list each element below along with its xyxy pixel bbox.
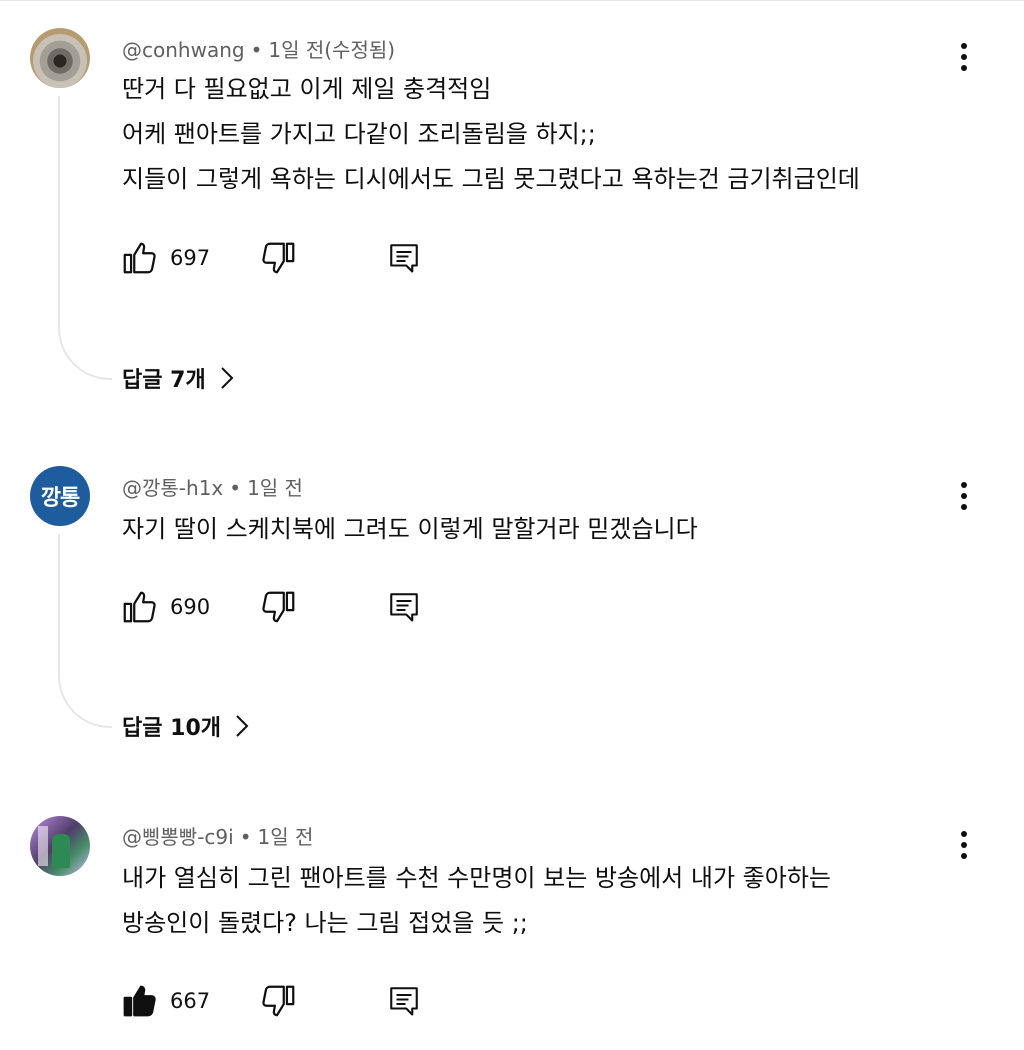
comment-meta: @conhwang • 1일 전(수정됨) <box>122 34 395 63</box>
thumbs-up-filled-icon <box>123 985 156 1017</box>
dislike-button[interactable] <box>260 587 298 627</box>
dislike-button[interactable] <box>260 238 298 278</box>
thread-line <box>58 96 112 380</box>
avatar[interactable] <box>30 28 90 88</box>
like-count: 697 <box>170 246 211 270</box>
comment-meta: @삥뽕빵-c9i • 1일 전 <box>122 821 313 850</box>
comment-text: 딴거 다 필요없고 이게 제일 충격적임 어케 팬아트를 가지고 다같이 조리돌… <box>122 67 860 202</box>
comment-line: 딴거 다 필요없고 이게 제일 충격적임 <box>122 75 492 103</box>
comment-line: 어케 팬아트를 가지고 다같이 조리돌림을 하지;; <box>122 120 596 148</box>
meta-separator: • <box>229 476 242 500</box>
like-count: 690 <box>170 595 211 619</box>
thumbs-up-icon <box>123 591 156 623</box>
avatar[interactable] <box>30 816 90 876</box>
comment-reply-icon <box>390 593 418 622</box>
meta-separator: • <box>239 825 252 849</box>
dislike-button[interactable] <box>260 981 298 1021</box>
comment-time[interactable]: 1일 전 <box>247 476 303 500</box>
replies-label: 답글 7개 <box>122 368 206 393</box>
reply-button[interactable] <box>386 981 422 1021</box>
replies-label: 답글 10개 <box>122 716 221 741</box>
comment-reply-icon <box>390 987 418 1016</box>
thumbs-down-icon <box>262 591 295 623</box>
avatar-initials: 깡통 <box>40 486 80 511</box>
like-count: 667 <box>170 989 211 1013</box>
comment-time[interactable]: 1일 전 <box>258 825 314 849</box>
meta-separator: • <box>250 38 263 62</box>
chevron-right-icon <box>220 367 234 389</box>
comment-author[interactable]: @삥뽕빵-c9i <box>122 825 234 849</box>
thumbs-down-icon <box>262 985 295 1017</box>
comment-meta: @깡통-h1x • 1일 전 <box>122 472 303 501</box>
comment-line: 지들이 그렇게 욕하는 디시에서도 그림 못그렸다고 욕하는건 금기취급인데 <box>122 165 860 193</box>
thumbs-down-icon <box>262 242 295 274</box>
like-button[interactable]: 667 <box>120 981 210 1021</box>
avatar[interactable]: 깡통 <box>30 466 90 526</box>
comment-line: 자기 딸이 스케치북에 그려도 이렇게 말할거라 믿겠습니다 <box>122 515 698 543</box>
comment-reply-icon <box>390 244 418 273</box>
comment-author[interactable]: @깡통-h1x <box>122 476 223 500</box>
more-vert-icon[interactable] <box>950 825 978 865</box>
thread-line <box>58 534 112 728</box>
comment-time[interactable]: 1일 전(수정됨) <box>268 38 395 62</box>
comment-text: 자기 딸이 스케치북에 그려도 이렇게 말할거라 믿겠습니다 <box>122 507 698 552</box>
more-vert-icon[interactable] <box>950 476 978 516</box>
like-button[interactable]: 697 <box>120 238 210 278</box>
view-replies-button[interactable]: 답글 10개 <box>122 710 249 742</box>
comment-line: 내가 열심히 그린 팬아트를 수천 수만명이 보는 방송에서 내가 좋아하는 <box>122 864 831 892</box>
thumbs-up-icon <box>123 242 156 274</box>
chevron-right-icon <box>236 715 249 737</box>
reply-button[interactable] <box>386 238 422 278</box>
view-replies-button[interactable]: 답글 7개 <box>122 362 234 394</box>
comment-line: 방송인이 돌렸다? 나는 그림 접었을 듯 ;; <box>122 909 528 937</box>
comment-text: 내가 열심히 그린 팬아트를 수천 수만명이 보는 방송에서 내가 좋아하는 방… <box>122 856 831 946</box>
comment-author[interactable]: @conhwang <box>122 38 245 62</box>
top-divider <box>0 0 1024 1</box>
reply-button[interactable] <box>386 587 422 627</box>
more-vert-icon[interactable] <box>950 37 978 77</box>
like-button[interactable]: 690 <box>120 587 210 627</box>
